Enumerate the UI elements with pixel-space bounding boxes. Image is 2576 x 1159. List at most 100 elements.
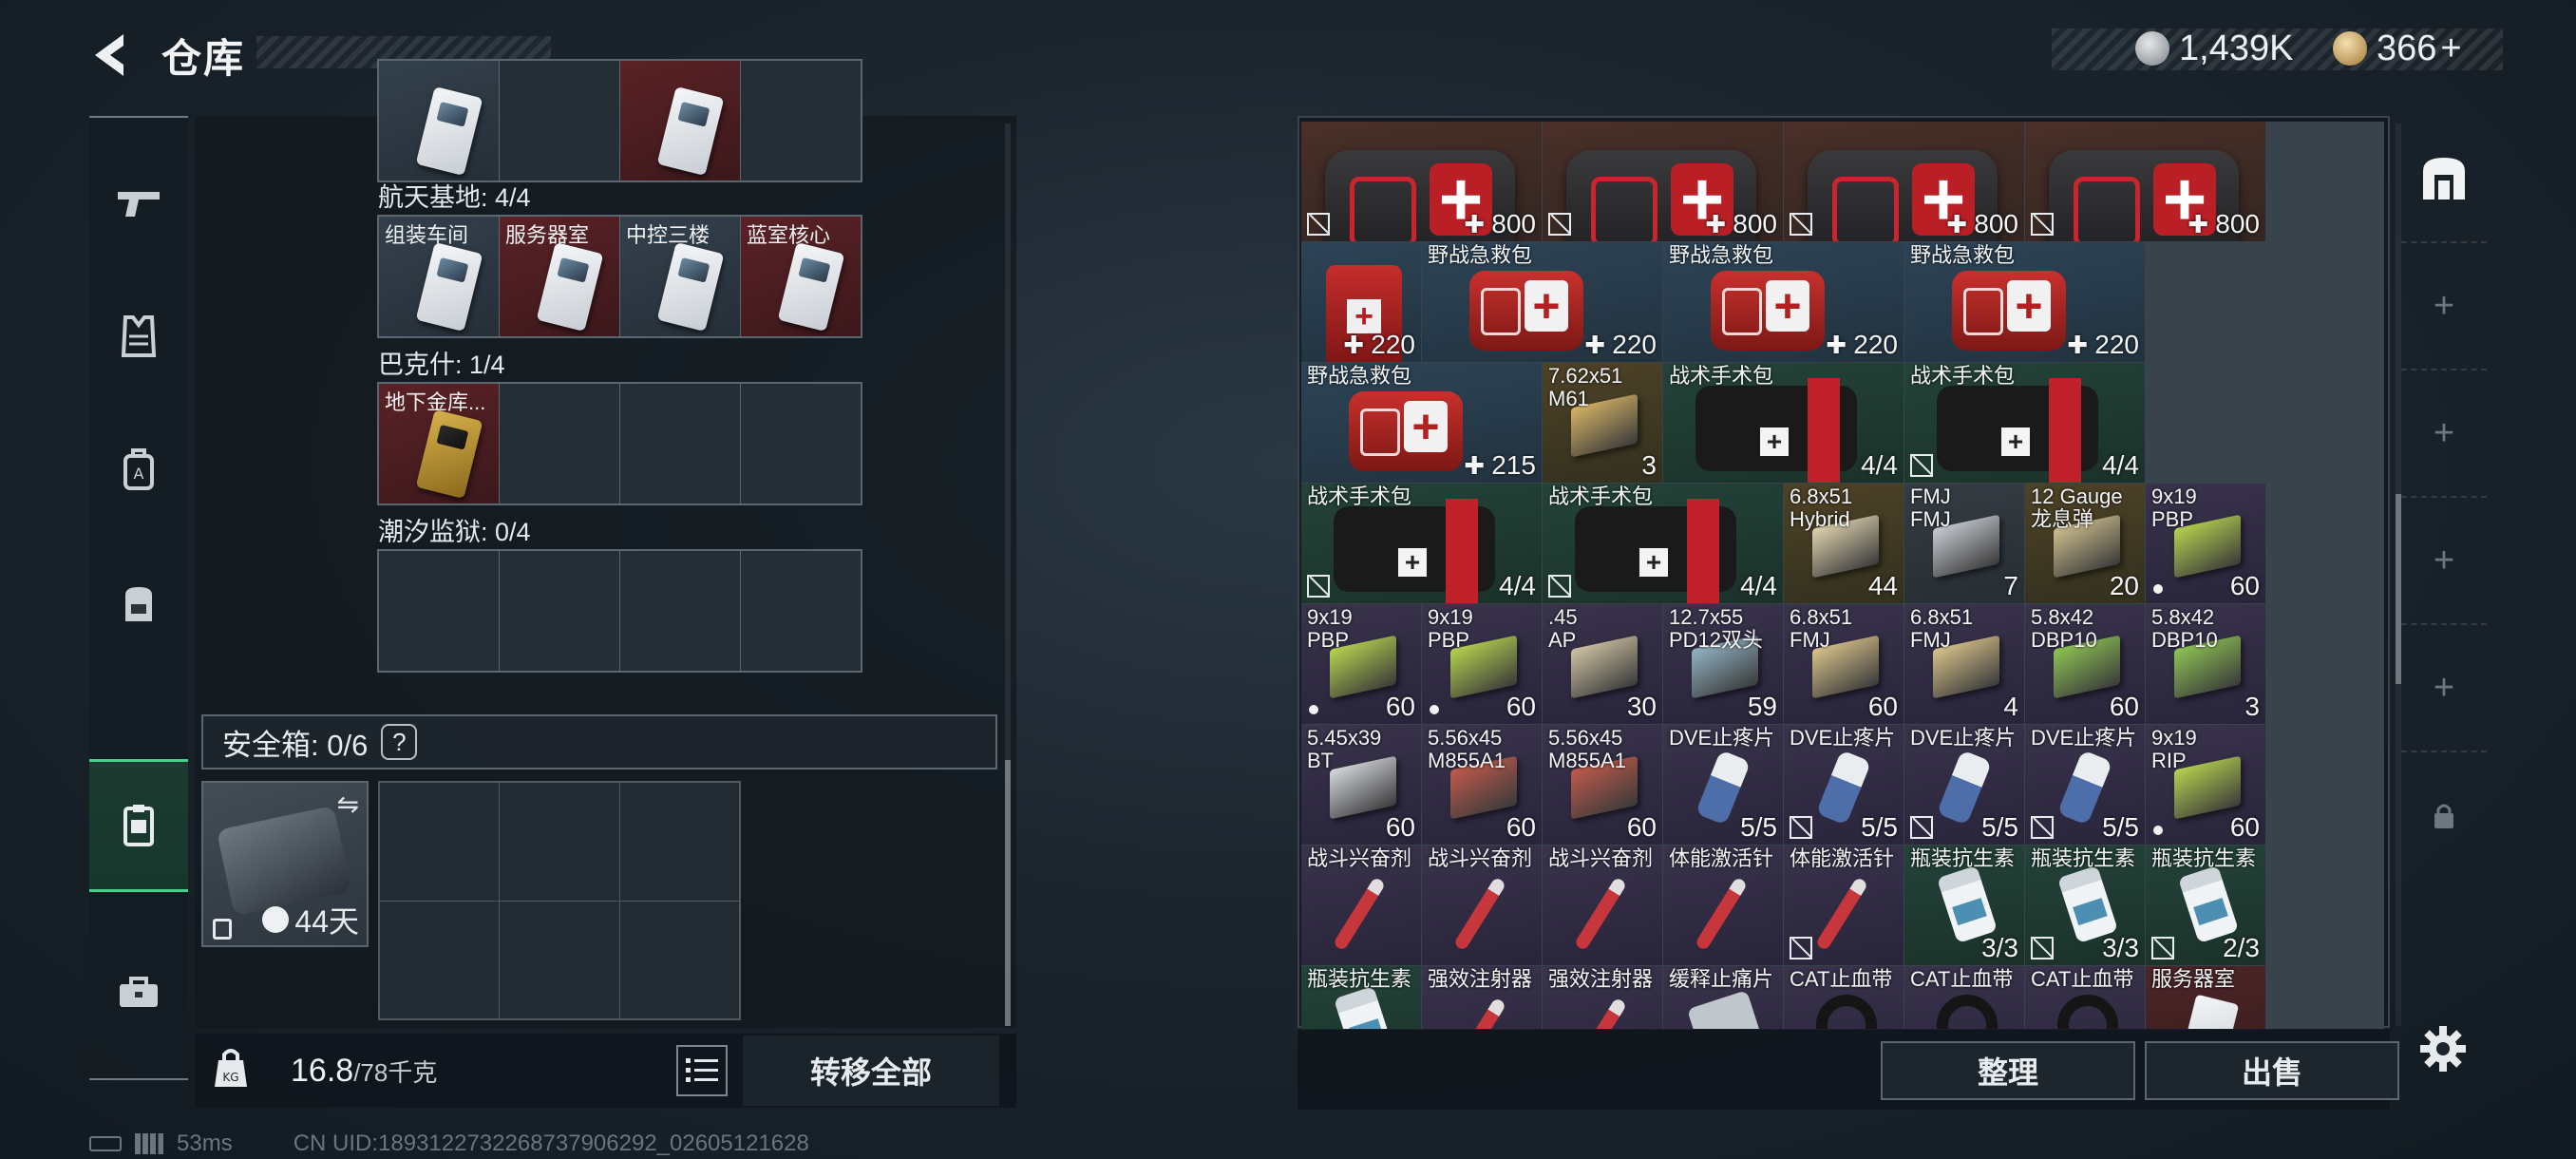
inventory-item[interactable]: 野战急救包 ✚ 220 [1904,242,2145,362]
inventory-item[interactable]: 强效注射器 [1543,966,1662,1029]
inventory-item[interactable]: DVE止疼片 5/5 [1904,725,2024,845]
currency-primary[interactable]: 1,439K [2135,27,2293,70]
inventory-item[interactable]: 战斗兴奋剂 [1301,846,1421,965]
back-button[interactable] [85,28,139,82]
inventory-item[interactable]: 战术手术包 4/4 [1663,363,1904,483]
inventory-item[interactable]: ✚ 800 [1543,122,1783,241]
stash-tab-3[interactable]: + [2401,370,2487,498]
card-slot[interactable] [620,61,740,180]
stash-tab-4[interactable]: + [2401,498,2487,625]
keycard-slot[interactable]: 服务器室 [500,217,619,336]
inventory-grid: ✚ 800✚ 800✚ 800✚ 800✚ 220野战急救包✚ 220野战急救包… [1301,122,2384,1029]
inventory-item[interactable]: 战斗兴奋剂 [1422,846,1542,965]
stash-tab-5[interactable]: + [2401,625,2487,752]
nav-safebox[interactable] [89,759,188,892]
inventory-item[interactable]: 5.56x45 M855A1 60 [1543,725,1662,845]
inventory-item[interactable]: ✚ 800 [1301,122,1542,241]
keycard-slot[interactable] [500,551,619,671]
inventory-item[interactable]: 战术手术包 4/4 [1301,484,1542,603]
box-icon [1571,635,1638,699]
inventory-item[interactable]: 缓释止痛片 [1663,966,1783,1029]
inventory-item[interactable]: 野战急救包 ✚ 215 [1301,363,1542,483]
inventory-item[interactable]: 6.8x51 FMJ 60 [1784,604,1904,724]
inventory-item[interactable]: 12.7x55 PD12双头 59 [1663,604,1783,724]
inventory-item[interactable]: CAT止血带 [1904,966,2024,1029]
keycard-slot[interactable] [620,551,740,671]
stash-tab-2[interactable]: + [2401,243,2487,370]
currency-secondary[interactable]: 366 + [2333,27,2462,70]
inventory-item[interactable]: 9x19 PBP 60 [2146,484,2265,603]
swap-icon[interactable]: ⇋ [337,788,359,820]
keycard-slot[interactable]: 组装车间 [379,217,499,336]
nav-tools[interactable] [89,925,188,1058]
card-slot[interactable] [741,61,861,180]
inventory-item[interactable]: 5.8x42 DBP10 60 [2025,604,2145,724]
keycard-slot[interactable]: 蓝室核心 [741,217,861,336]
sort-button[interactable]: 整理 [1881,1041,2135,1100]
keycard-slot[interactable] [741,551,861,671]
currency-add-button[interactable]: + [2440,28,2461,69]
keycard-slot[interactable] [379,551,499,671]
inventory-item[interactable]: 5.8x42 DBP10 3 [2146,604,2265,724]
stash-tab-1[interactable] [2401,116,2487,243]
inventory-item[interactable]: 野战急救包 ✚ 220 [1422,242,1662,362]
inventory-item[interactable]: ✚ 220 [1301,242,1421,362]
transfer-all-button[interactable]: 转移全部 [743,1036,999,1106]
inventory-item[interactable]: DVE止疼片 5/5 [1784,725,1904,845]
inventory-item[interactable]: 瓶装抗生素 [1301,966,1421,1029]
safebox-slot[interactable] [380,783,500,901]
inventory-item[interactable]: 服务器室 [2146,966,2265,1029]
inventory-item[interactable]: 强效注射器 [1422,966,1542,1029]
inventory-item[interactable]: 野战急救包 ✚ 220 [1663,242,1904,362]
keycard-slot[interactable] [620,384,740,504]
inventory-item[interactable]: ✚ 800 [2025,122,2265,241]
list-view-button[interactable] [676,1045,728,1096]
inventory-item[interactable]: .45 AP 30 [1543,604,1662,724]
inventory-item[interactable]: 9x19 RIP 60 [2146,725,2265,845]
inventory-item[interactable]: 9x19 PBP 60 [1422,604,1542,724]
keycard-slot[interactable] [500,384,619,504]
sell-button[interactable]: 出售 [2145,1041,2399,1100]
item-name: .45 AP [1548,605,1578,652]
inventory-item[interactable]: 瓶装抗生素 2/3 [2146,846,2265,965]
nav-weapons[interactable] [89,137,188,270]
inventory-item[interactable]: 7.62x51 M61 3 [1543,363,1662,483]
safebox-slot[interactable] [619,783,739,901]
settings-button[interactable] [2418,1024,2468,1074]
inventory-item[interactable]: 体能激活针 [1784,846,1904,965]
inventory-item[interactable]: DVE止疼片 5/5 [2025,725,2145,845]
stash-tab-locked[interactable] [2401,752,2487,880]
nav-rig[interactable]: A [89,403,188,536]
inventory-item[interactable]: 战术手术包 4/4 [1543,484,1783,603]
inventory-item[interactable]: 战斗兴奋剂 [1543,846,1662,965]
safebox-slot[interactable] [500,783,619,901]
keycard-slot[interactable]: 地下金库... [379,384,499,504]
help-button[interactable]: ? [381,724,418,760]
inventory-item[interactable]: CAT止血带 [2025,966,2145,1029]
inventory-item[interactable]: 6.8x51 FMJ 4 [1904,604,2024,724]
inventory-item[interactable]: 体能激活针 [1663,846,1783,965]
inventory-item[interactable]: 9x19 PBP 60 [1301,604,1421,724]
inventory-item[interactable]: 5.56x45 M855A1 60 [1422,725,1542,845]
safebox-slot[interactable] [380,901,500,1018]
inventory-item[interactable]: 6.8x51 Hybrid 44 [1784,484,1904,603]
keycard-slot[interactable]: 中控三楼 [620,217,740,336]
keycard-slot[interactable] [741,384,861,504]
inventory-item[interactable]: 战术手术包 4/4 [1904,363,2145,483]
nav-armor[interactable] [89,270,188,403]
inventory-item[interactable]: CAT止血带 [1784,966,1904,1029]
card-slot[interactable] [500,61,619,180]
safebox-slot[interactable] [500,901,619,1018]
inventory-item[interactable]: DVE止疼片 5/5 [1663,725,1783,845]
stash-scrollbar-thumb[interactable] [1005,760,1011,1026]
inventory-item[interactable]: 瓶装抗生素 3/3 [1904,846,2024,965]
inventory-item[interactable]: ✚ 800 [1784,122,2024,241]
safebox-slot[interactable] [619,901,739,1018]
inventory-item[interactable]: 瓶装抗生素 3/3 [2025,846,2145,965]
inventory-item[interactable]: 5.45x39 BT 60 [1301,725,1421,845]
safebox-container-item[interactable]: ⇋ 44天 [201,781,369,947]
nav-backpack[interactable] [89,536,188,669]
inventory-item[interactable]: FMJ FMJ 7 [1904,484,2024,603]
card-slot[interactable] [379,61,499,180]
inventory-item[interactable]: 12 Gauge 龙息弹 20 [2025,484,2145,603]
